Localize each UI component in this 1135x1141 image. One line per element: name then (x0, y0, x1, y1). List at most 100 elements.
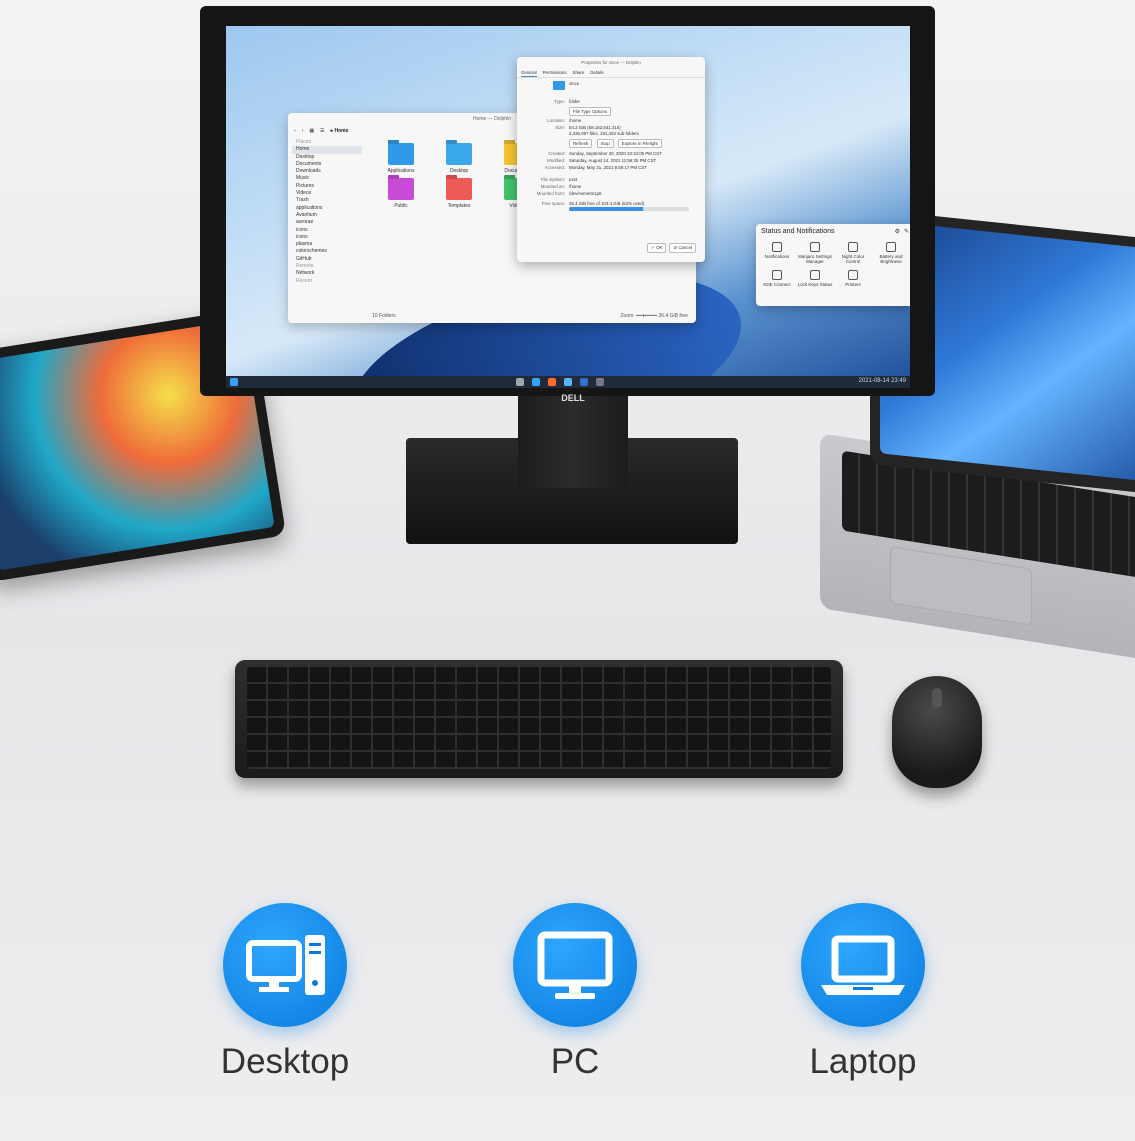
tile-label: Battery and Brightness (879, 254, 903, 264)
device-label-desktop: Desktop (220, 1042, 350, 1081)
folder-icon (388, 178, 414, 200)
size-label: Size: (555, 125, 565, 130)
wireless-keyboard (235, 660, 843, 778)
accessed-value: Monday, May 31, 2021 9:59:17 PM CST (569, 165, 648, 170)
explore-filelight-button[interactable]: Explore in Filelight (617, 139, 662, 148)
place-item[interactable]: GitHub (292, 256, 362, 263)
ok-button[interactable]: ✓ OK (647, 243, 667, 253)
zoom-slider[interactable]: ━━●━━━━ (636, 313, 658, 319)
notification-tile[interactable]: Notifications (758, 240, 796, 264)
notification-tile[interactable]: Printers (834, 268, 872, 287)
folder-item[interactable]: Desktop (430, 143, 488, 174)
folder-label: Applications (387, 168, 415, 174)
remote-item[interactable]: Network (292, 270, 362, 277)
tile-icon (886, 242, 896, 252)
places-heading: Places (296, 139, 312, 145)
created-value: Sunday, September 20, 2020 10:10:05 PM C… (569, 151, 662, 156)
desktop-tower-icon (223, 903, 347, 1027)
place-item[interactable]: Home (292, 146, 362, 154)
properties-tab[interactable]: Details (590, 68, 603, 77)
cancel-button[interactable]: ⊘ Cancel (669, 243, 696, 253)
taskbar-apps (516, 378, 604, 386)
mounted-from-value: /dev/nvme0n1p6 (569, 191, 602, 196)
place-item[interactable]: Trash (292, 197, 362, 204)
system-settings-icon[interactable] (516, 378, 524, 386)
folder-icon (388, 143, 414, 165)
tile-label: Lock Keys Status (797, 282, 833, 287)
place-item[interactable]: Music (292, 175, 362, 182)
fs-label: File System: (540, 177, 565, 182)
notification-tile[interactable]: Lock Keys Status (796, 268, 834, 287)
notification-tile[interactable]: Manjaro Settings Manager (796, 240, 834, 264)
breadcrumb-home: Home (334, 127, 349, 134)
tile-icon (772, 242, 782, 252)
dolphin-zoom[interactable]: Zoom: ━━●━━━━ 36.4 GiB free (620, 313, 688, 319)
start-menu-icon[interactable] (230, 378, 238, 386)
refresh-button[interactable]: Refresh (569, 139, 593, 148)
folder-label: Desktop (449, 168, 469, 174)
browser-icon[interactable] (548, 378, 556, 386)
pin-icon[interactable]: ✎ (904, 228, 909, 235)
place-item[interactable]: icons (292, 227, 362, 234)
tile-icon (810, 242, 820, 252)
place-item[interactable]: icons (292, 234, 362, 241)
mounted-on-value: /home (569, 184, 582, 189)
file-type-options-button[interactable]: File Type Options (569, 107, 612, 116)
accessed-label: Accessed: (544, 165, 565, 170)
place-item[interactable]: Documents (292, 161, 362, 168)
taskbar: 2021-08-14 23:49 (226, 376, 910, 388)
fs-value: ext4 (569, 177, 578, 182)
view-icons-icon[interactable]: ▦ (309, 128, 314, 134)
notification-tile[interactable]: Night Color Control (834, 240, 872, 264)
terminal-icon[interactable] (580, 378, 588, 386)
folder-item[interactable]: Applications (372, 143, 430, 174)
folder-label: Templates (447, 203, 471, 209)
free-space-text: 36.4 GiB free (658, 313, 688, 319)
software-icon[interactable] (596, 378, 604, 386)
place-item[interactable]: Downloads (292, 168, 362, 175)
notification-tile[interactable]: KDE Connect (758, 268, 796, 287)
stop-button[interactable]: Stop (596, 139, 614, 148)
recent-heading: Recent (296, 277, 312, 284)
place-item[interactable]: colorschemes (292, 248, 362, 255)
place-item[interactable]: Pictures (292, 183, 362, 190)
view-list-icon[interactable]: ☰ (320, 128, 324, 134)
ok-label: OK (656, 245, 663, 250)
status-notifications-panel: Status and Notifications ⚙ ✎ Notificatio… (756, 224, 910, 306)
place-item[interactable]: Videos (292, 190, 362, 197)
properties-tab[interactable]: Permissions (543, 68, 567, 77)
folder-icon (446, 143, 472, 165)
place-item[interactable]: applications (292, 205, 362, 212)
properties-tab[interactable]: General (521, 68, 537, 77)
created-label: Created: (548, 151, 565, 156)
monitor-screen: Home — Dolphin ‹ › ▦ ☰ ▸ Home Places Home… (226, 26, 910, 388)
folder-item[interactable]: Templates (430, 178, 488, 209)
discover-icon[interactable] (564, 378, 572, 386)
back-icon[interactable]: ‹ (294, 128, 296, 134)
monitor-brand-logo: DELL (561, 393, 585, 403)
properties-tab[interactable]: Share (573, 68, 585, 77)
tile-icon (810, 270, 820, 280)
type-value: folder (569, 99, 580, 104)
tile-icon (848, 270, 858, 280)
notification-tile[interactable]: Battery and Brightness (872, 240, 910, 264)
device-label-pc: PC (550, 1042, 600, 1081)
disk-usage-fill (569, 206, 644, 211)
file-manager-icon[interactable] (532, 378, 540, 386)
folder-item[interactable]: Public (372, 178, 430, 209)
place-item[interactable]: plasma (292, 241, 362, 248)
folder-icon (553, 81, 565, 90)
place-item[interactable]: Avantium (292, 212, 362, 219)
folder-icon (446, 178, 472, 200)
location-value: /home (569, 118, 582, 123)
forward-icon[interactable]: › (302, 128, 304, 134)
breadcrumb[interactable]: ▸ Home (331, 128, 349, 134)
notifications-grid: Notifications Manjaro Settings Manager Nig… (758, 240, 910, 287)
place-item[interactable]: Desktop (292, 154, 362, 161)
settings-icon[interactable]: ⚙ (895, 228, 900, 235)
place-item[interactable]: aurorae (292, 219, 362, 226)
mounted-from-label: Mounted from: (536, 191, 565, 196)
type-label: Type: (554, 99, 565, 104)
tile-icon (772, 270, 782, 280)
free-space-label: Free space: (541, 201, 565, 206)
